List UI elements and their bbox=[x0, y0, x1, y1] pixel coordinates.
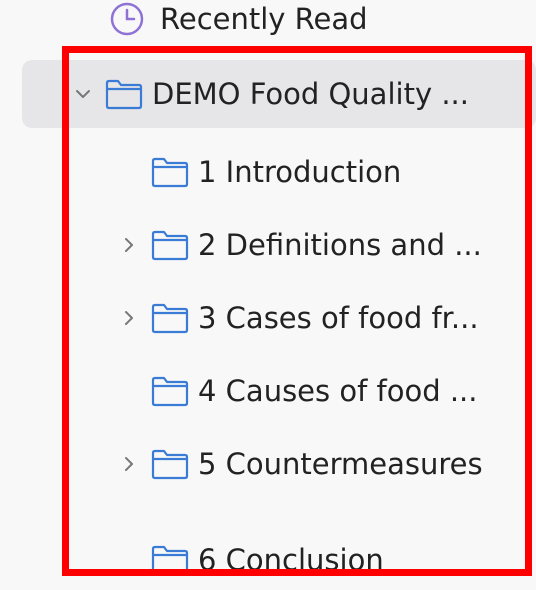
folder-icon bbox=[150, 374, 190, 408]
tree-item-countermeasures[interactable]: 5 Countermeasures bbox=[0, 428, 536, 500]
tree-item-root-collection[interactable]: DEMO Food Quality ... bbox=[0, 58, 536, 130]
tree-item-definitions[interactable]: 2 Definitions and ... bbox=[0, 209, 536, 281]
library-tree-pane: Recently Read DEMO Food Quality ... 1 In… bbox=[0, 0, 536, 590]
tree-item-recently-read[interactable]: Recently Read bbox=[0, 0, 536, 55]
tree-item-label: DEMO Food Quality ... bbox=[152, 77, 469, 111]
tree-item-label: 3 Cases of food fr... bbox=[198, 301, 479, 335]
tree-item-label: 2 Definitions and ... bbox=[198, 228, 482, 262]
tree-item-label: 1 Introduction bbox=[198, 155, 402, 189]
clock-icon bbox=[108, 0, 146, 38]
tree-item-label: 6 Conclusion bbox=[198, 543, 384, 577]
tree-item-causes[interactable]: 4 Causes of food ... bbox=[0, 355, 536, 427]
folder-icon bbox=[150, 228, 190, 262]
folder-icon bbox=[150, 155, 190, 189]
chevron-down-icon[interactable] bbox=[72, 83, 94, 105]
folder-icon bbox=[150, 543, 190, 577]
chevron-right-icon[interactable] bbox=[118, 453, 140, 475]
chevron-right-icon[interactable] bbox=[118, 234, 140, 256]
tree-item-label: Recently Read bbox=[160, 2, 368, 36]
folder-icon bbox=[104, 77, 144, 111]
tree-item-introduction[interactable]: 1 Introduction bbox=[0, 136, 536, 208]
folder-icon bbox=[150, 301, 190, 335]
folder-icon bbox=[150, 447, 190, 481]
tree-item-cases[interactable]: 3 Cases of food fr... bbox=[0, 282, 536, 354]
chevron-right-icon[interactable] bbox=[118, 307, 140, 329]
tree-item-label: 5 Countermeasures bbox=[198, 447, 483, 481]
tree-item-label: 4 Causes of food ... bbox=[198, 374, 478, 408]
tree-item-conclusion[interactable]: 6 Conclusion bbox=[0, 524, 536, 590]
